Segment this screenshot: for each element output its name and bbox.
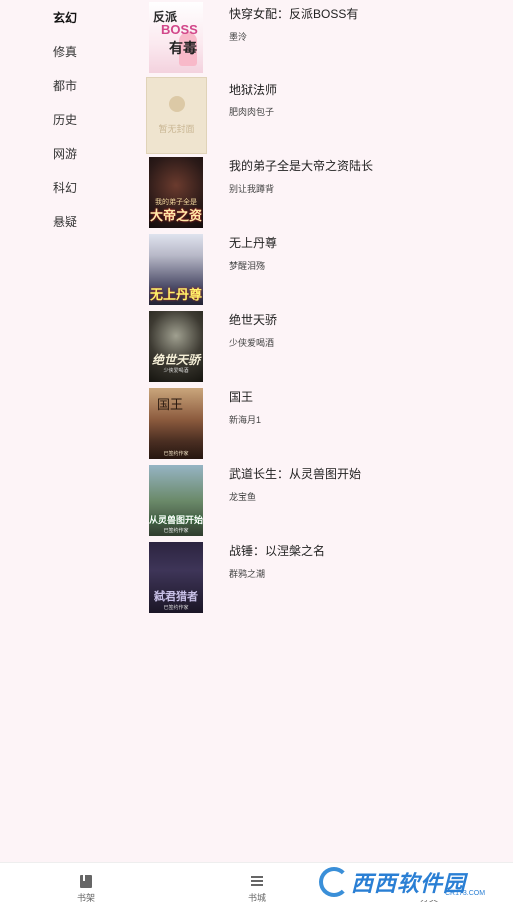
watermark-logo: 西西软件园 CR173.COM: [313, 864, 493, 900]
book-cover[interactable]: 我的弟子全是 大帝之资: [149, 157, 203, 228]
cover-text: 弑君猎者: [154, 591, 198, 603]
cover-text: 已签约作家: [163, 605, 189, 611]
cover-placeholder-text: 暂无封面: [158, 124, 195, 134]
book-item[interactable]: 反派 BOSS 有毒 快穿女配：反派BOSS有 墨泠: [0, 2, 513, 79]
nav-bookshelf[interactable]: 书架: [36, 863, 136, 912]
book-item[interactable]: 我的弟子全是 大帝之资 我的弟子全是大帝之资陆长 别让我蹲背: [0, 157, 513, 234]
book-title[interactable]: 绝世天骄: [229, 312, 277, 328]
book-cover[interactable]: 国王 已签约作家: [149, 388, 203, 459]
book-title[interactable]: 地狱法师: [229, 82, 277, 98]
book-cover[interactable]: 反派 BOSS 有毒: [149, 2, 203, 73]
book-author: 梦醒泪殇: [229, 261, 266, 271]
book-author: 墨泠: [229, 32, 248, 42]
book-author: 肥肉肉包子: [229, 107, 275, 117]
book-author: 少侠爱喝酒: [229, 338, 275, 348]
book-item[interactable]: 绝世天骄 少侠爱喝酒 绝世天骄 少侠爱喝酒: [0, 311, 513, 388]
cover-text: 大帝之资: [149, 208, 202, 223]
book-icon: [80, 875, 92, 888]
book-title[interactable]: 我的弟子全是大帝之资陆长: [229, 158, 373, 174]
cover-text: 从灵兽图开始: [149, 515, 203, 525]
book-cover[interactable]: 绝世天骄 少侠爱喝酒: [149, 311, 203, 382]
book-item[interactable]: 弑君猎者 已签约作家 战锤：以涅槃之名 群鸦之潮: [0, 542, 513, 619]
cover-text: 已签约作家: [163, 528, 189, 534]
book-author: 龙宝鱼: [229, 492, 257, 502]
book-item[interactable]: 暂无封面 地狱法师 肥肉肉包子: [0, 77, 513, 154]
book-cover[interactable]: 无上丹尊: [149, 234, 203, 305]
cover-text: 绝世天骄: [151, 353, 200, 367]
book-title[interactable]: 无上丹尊: [229, 235, 277, 251]
nav-bookstore-label: 书城: [247, 893, 266, 903]
cover-text: 国王: [157, 397, 184, 412]
watermark-c-icon: [319, 867, 349, 897]
book-title[interactable]: 快穿女配：反派BOSS有: [229, 6, 358, 22]
book-item[interactable]: 从灵兽图开始 已签约作家 武道长生：从灵兽图开始 龙宝鱼: [0, 465, 513, 542]
list-icon: [251, 875, 263, 888]
watermark-url: CR173.COM: [445, 890, 486, 897]
book-item[interactable]: 无上丹尊 无上丹尊 梦醒泪殇: [0, 234, 513, 311]
cover-text: 已签约作家: [163, 451, 189, 457]
book-cover[interactable]: 弑君猎者 已签约作家: [149, 542, 203, 613]
book-item[interactable]: 国王 已签约作家 国王 新海月1: [0, 388, 513, 465]
cover-text: 有毒: [169, 40, 197, 56]
book-author: 别让我蹲背: [229, 184, 275, 194]
cover-text: BOSS: [161, 22, 198, 37]
app-root: 玄幻 修真 都市 历史 网游 科幻 悬疑 反派 BOSS 有毒 快穿女配：反派B…: [0, 0, 513, 912]
book-author: 新海月1: [229, 415, 262, 425]
cover-text: 无上丹尊: [149, 287, 202, 302]
book-cover-placeholder[interactable]: 暂无封面: [146, 77, 207, 154]
nav-bookshelf-label: 书架: [76, 893, 95, 903]
book-title[interactable]: 国王: [229, 389, 253, 405]
cover-text: 少侠爱喝酒: [163, 368, 189, 374]
book-title[interactable]: 武道长生：从灵兽图开始: [229, 466, 361, 482]
nav-bookstore[interactable]: 书城: [207, 863, 307, 912]
placeholder-logo-icon: [169, 96, 185, 112]
book-cover[interactable]: 从灵兽图开始 已签约作家: [149, 465, 203, 536]
book-title[interactable]: 战锤：以涅槃之名: [229, 543, 325, 559]
book-author: 群鸦之潮: [229, 569, 266, 579]
